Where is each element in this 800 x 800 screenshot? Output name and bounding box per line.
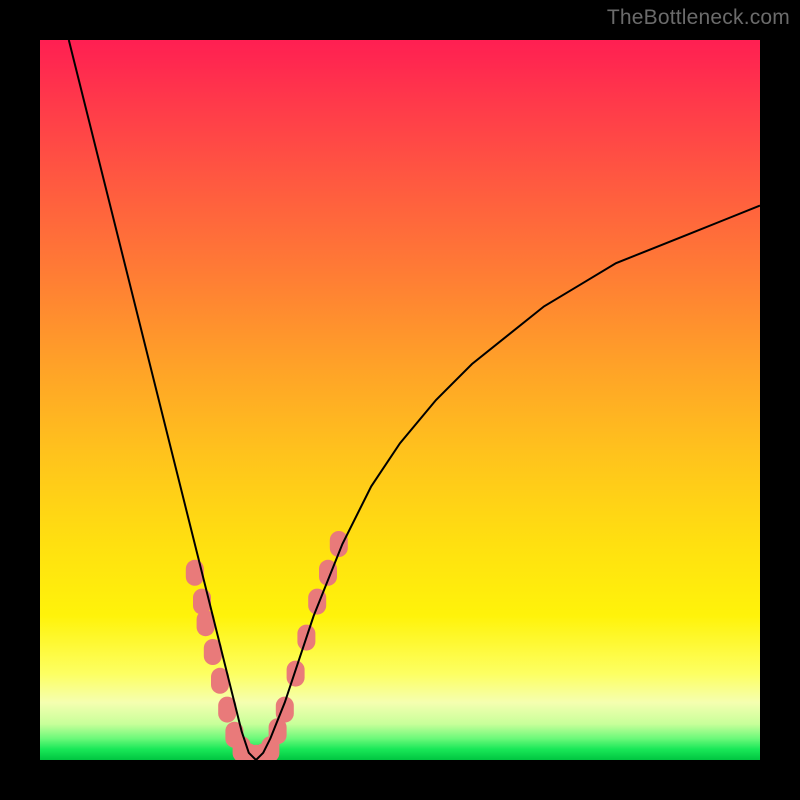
marker-layer: [186, 531, 348, 760]
bottleneck-curve: [69, 40, 760, 760]
curve-layer: [40, 40, 760, 760]
chart-frame: TheBottleneck.com: [0, 0, 800, 800]
marker-pill: [287, 661, 305, 687]
watermark-text: TheBottleneck.com: [607, 6, 790, 30]
plot-area: [40, 40, 760, 760]
